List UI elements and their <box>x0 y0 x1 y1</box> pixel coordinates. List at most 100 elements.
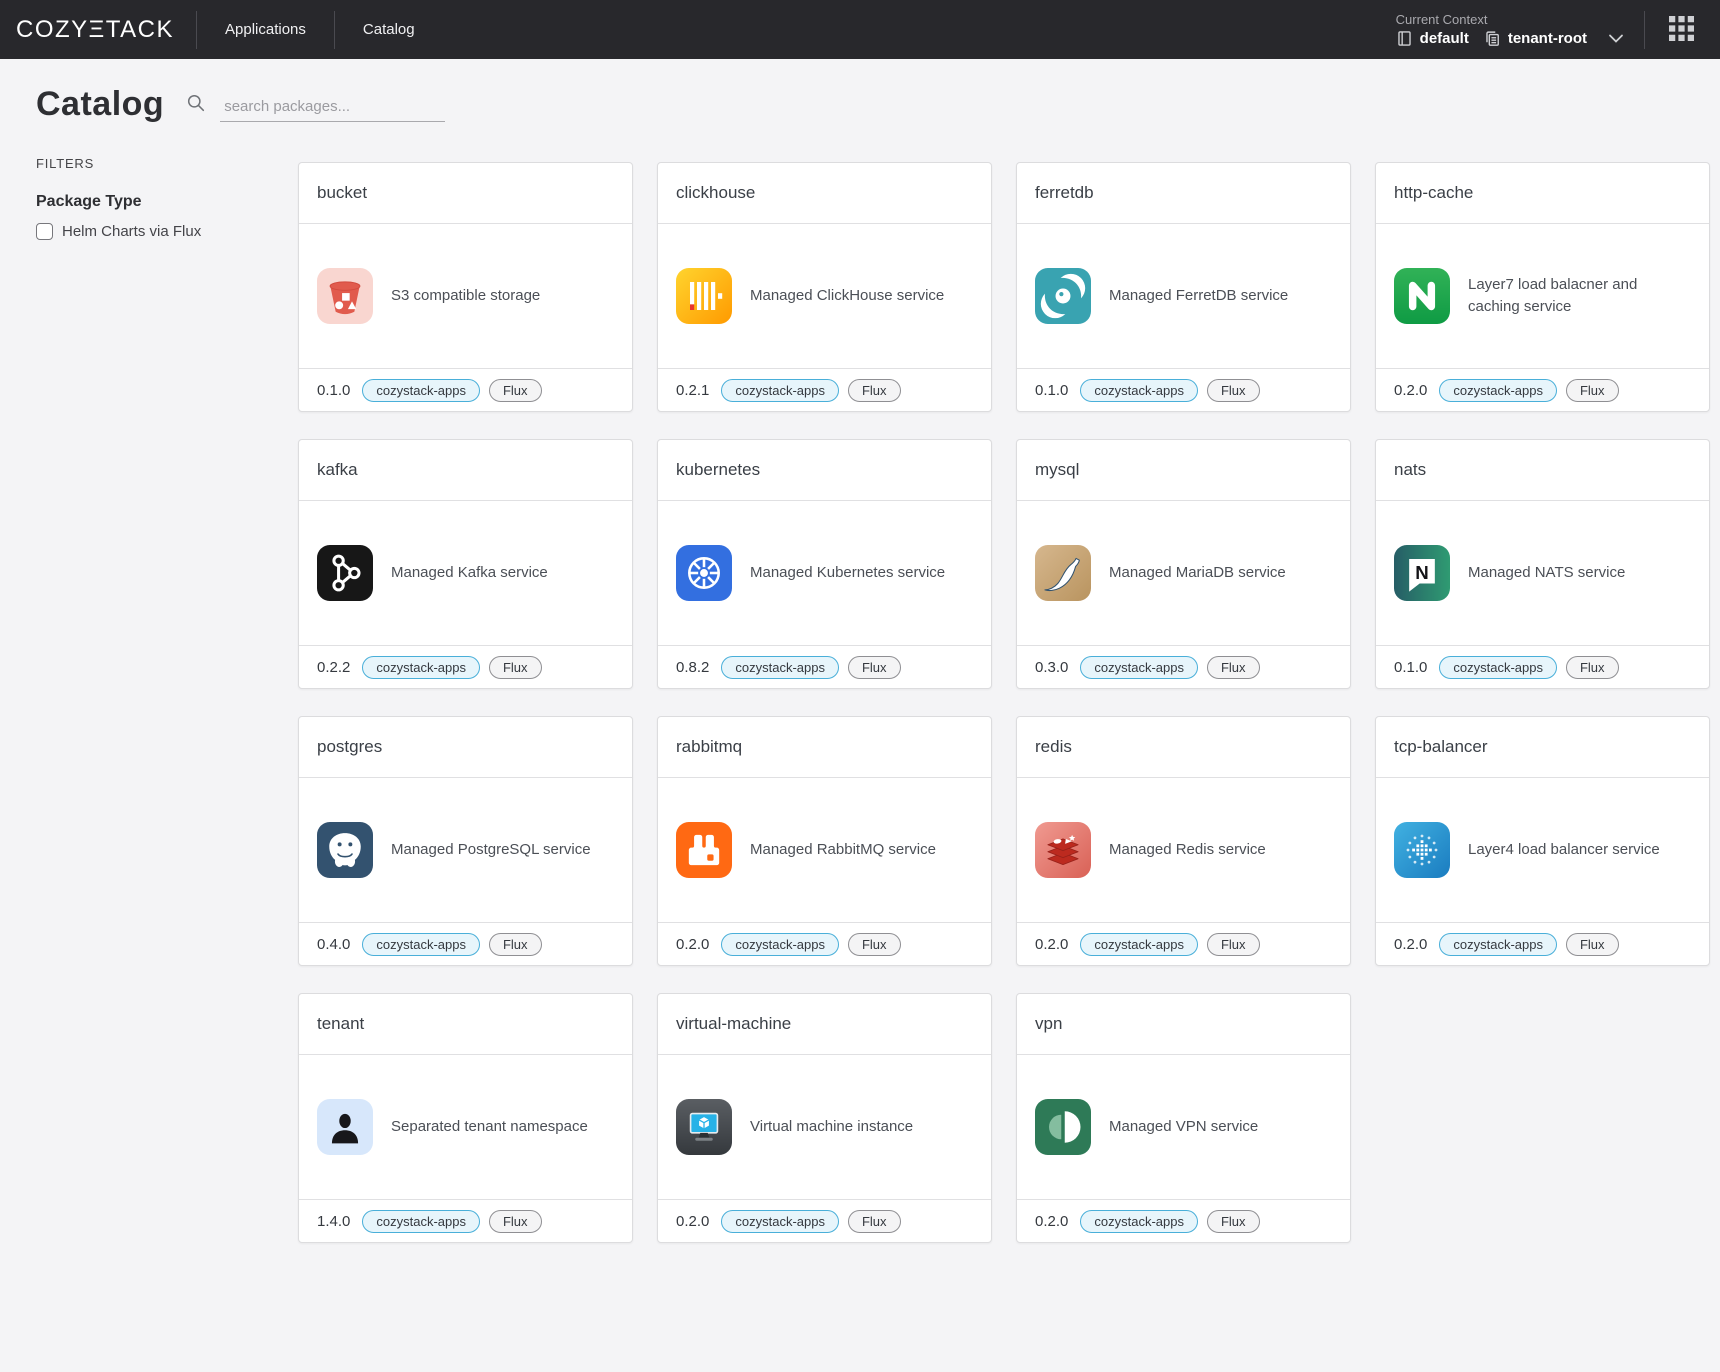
badge-cozystack-apps: cozystack-apps <box>1080 1210 1198 1233</box>
card-tcp-balancer[interactable]: tcp-balancer Layer4 load balancer servic… <box>1375 716 1710 966</box>
card-body: Virtual machine instance <box>658 1055 991 1199</box>
main-nav: Applications Catalog <box>197 0 443 59</box>
card-header: http-cache <box>1376 163 1709 224</box>
card-header: ferretdb <box>1017 163 1350 224</box>
badge-cozystack-apps: cozystack-apps <box>721 1210 839 1233</box>
card-mysql[interactable]: mysql Managed MariaDB service 0.3.0 cozy… <box>1016 439 1351 689</box>
rabbitmq-icon <box>676 822 732 878</box>
search-icon <box>186 93 206 113</box>
search-input[interactable] <box>220 92 445 122</box>
nav-item-catalog[interactable]: Catalog <box>335 0 443 59</box>
card-title: rabbitmq <box>676 737 973 757</box>
badge-cozystack-apps: cozystack-apps <box>1080 933 1198 956</box>
card-vpn[interactable]: vpn Managed VPN service 0.2.0 cozystack-… <box>1016 993 1351 1243</box>
card-header: tenant <box>299 994 632 1055</box>
card-body: Managed FerretDB service <box>1017 224 1350 368</box>
card-header: virtual-machine <box>658 994 991 1055</box>
vpn-icon <box>1035 1099 1091 1155</box>
card-tenant[interactable]: tenant Separated tenant namespace 1.4.0 … <box>298 993 633 1243</box>
card-body: S3 compatible storage <box>299 224 632 368</box>
card-badges: cozystack-appsFlux <box>1439 933 1618 956</box>
badge-cozystack-apps: cozystack-apps <box>1439 379 1557 402</box>
card-version: 0.1.0 <box>317 382 350 399</box>
logo[interactable]: COZYΞTACK <box>0 16 196 44</box>
card-description: Managed PostgreSQL service <box>391 839 597 861</box>
card-footer: 0.2.0 cozystack-appsFlux <box>1376 922 1709 965</box>
apps-grid-button[interactable] <box>1645 16 1704 44</box>
card-badges: cozystack-appsFlux <box>1080 656 1259 679</box>
package-type-label: Package Type <box>36 193 298 211</box>
card-body: Managed ClickHouse service <box>658 224 991 368</box>
card-virtual-machine[interactable]: virtual-machine Virtual machine instance… <box>657 993 992 1243</box>
card-bucket[interactable]: bucket S3 compatible storage 0.1.0 cozys… <box>298 162 633 412</box>
card-body: Managed MariaDB service <box>1017 501 1350 645</box>
card-header: kafka <box>299 440 632 501</box>
tcp-balancer-icon <box>1394 822 1450 878</box>
card-header: nats <box>1376 440 1709 501</box>
catalog-grid: bucket S3 compatible storage 0.1.0 cozys… <box>298 162 1710 1243</box>
card-version: 0.1.0 <box>1035 382 1068 399</box>
card-rabbitmq[interactable]: rabbitmq Managed RabbitMQ service 0.2.0 … <box>657 716 992 966</box>
card-badges: cozystack-appsFlux <box>721 1210 900 1233</box>
card-redis[interactable]: redis Managed Redis service 0.2.0 cozyst… <box>1016 716 1351 966</box>
card-description: S3 compatible storage <box>391 285 546 307</box>
card-postgres[interactable]: postgres Managed PostgreSQL service 0.4.… <box>298 716 633 966</box>
card-version: 0.2.1 <box>676 382 709 399</box>
card-body: Managed PostgreSQL service <box>299 778 632 922</box>
card-kubernetes[interactable]: kubernetes Managed Kubernetes service 0.… <box>657 439 992 689</box>
checkbox-icon[interactable] <box>36 223 53 240</box>
filter-option-label: Helm Charts via Flux <box>62 223 201 240</box>
badge-cozystack-apps: cozystack-apps <box>362 379 480 402</box>
badge-flux: Flux <box>848 379 901 402</box>
context-label: Current Context <box>1396 12 1624 27</box>
card-description: Managed Redis service <box>1109 839 1272 861</box>
context-selector[interactable]: Current Context default tenant-root <box>1376 12 1644 47</box>
card-footer: 0.1.0 cozystack-appsFlux <box>1017 368 1350 411</box>
card-http-cache[interactable]: http-cache Layer7 load balacner and cach… <box>1375 162 1710 412</box>
card-title: redis <box>1035 737 1332 757</box>
card-badges: cozystack-appsFlux <box>1439 656 1618 679</box>
card-badges: cozystack-appsFlux <box>362 656 541 679</box>
card-body: Layer4 load balancer service <box>1376 778 1709 922</box>
card-title: tcp-balancer <box>1394 737 1691 757</box>
card-title: clickhouse <box>676 183 973 203</box>
badge-flux: Flux <box>489 656 542 679</box>
card-description: Managed VPN service <box>1109 1116 1264 1138</box>
card-description: Separated tenant namespace <box>391 1116 594 1138</box>
badge-cozystack-apps: cozystack-apps <box>362 933 480 956</box>
card-clickhouse[interactable]: clickhouse Managed ClickHouse service 0.… <box>657 162 992 412</box>
card-ferretdb[interactable]: ferretdb Managed FerretDB service 0.1.0 … <box>1016 162 1351 412</box>
card-body: N Managed NATS service <box>1376 501 1709 645</box>
filters-panel: FILTERS Package Type Helm Charts via Flu… <box>36 148 298 1243</box>
badge-flux: Flux <box>1566 379 1619 402</box>
context-tenant: tenant-root <box>1508 30 1587 47</box>
card-description: Layer7 load balacner and caching service <box>1468 274 1691 318</box>
card-nats[interactable]: nats N Managed NATS service 0.1.0 cozyst… <box>1375 439 1710 689</box>
card-body: Managed RabbitMQ service <box>658 778 991 922</box>
card-badges: cozystack-appsFlux <box>721 656 900 679</box>
filter-option-helm-charts-via-flux[interactable]: Helm Charts via Flux <box>36 223 298 240</box>
card-badges: cozystack-appsFlux <box>1080 1210 1259 1233</box>
card-footer: 0.3.0 cozystack-appsFlux <box>1017 645 1350 688</box>
badge-flux: Flux <box>489 379 542 402</box>
namespace-icon <box>1484 30 1501 47</box>
badge-flux: Flux <box>1566 933 1619 956</box>
page-title: Catalog <box>36 85 164 124</box>
card-title: mysql <box>1035 460 1332 480</box>
card-footer: 0.2.0 cozystack-appsFlux <box>1017 1199 1350 1242</box>
nginx-icon <box>1394 268 1450 324</box>
cluster-icon <box>1396 30 1413 47</box>
card-badges: cozystack-appsFlux <box>362 1210 541 1233</box>
card-version: 0.4.0 <box>317 936 350 953</box>
navbar: COZYΞTACK Applications Catalog Current C… <box>0 0 1720 59</box>
card-title: bucket <box>317 183 614 203</box>
virtual-machine-icon <box>676 1099 732 1155</box>
nav-item-applications[interactable]: Applications <box>197 0 334 59</box>
card-badges: cozystack-apps Flux <box>362 379 541 402</box>
card-kafka[interactable]: kafka Managed Kafka service 0.2.2 cozyst… <box>298 439 633 689</box>
card-version: 0.2.2 <box>317 659 350 676</box>
card-description: Managed ClickHouse service <box>750 285 950 307</box>
card-badges: cozystack-appsFlux <box>721 379 900 402</box>
card-title: postgres <box>317 737 614 757</box>
apps-grid-icon <box>1669 16 1694 44</box>
